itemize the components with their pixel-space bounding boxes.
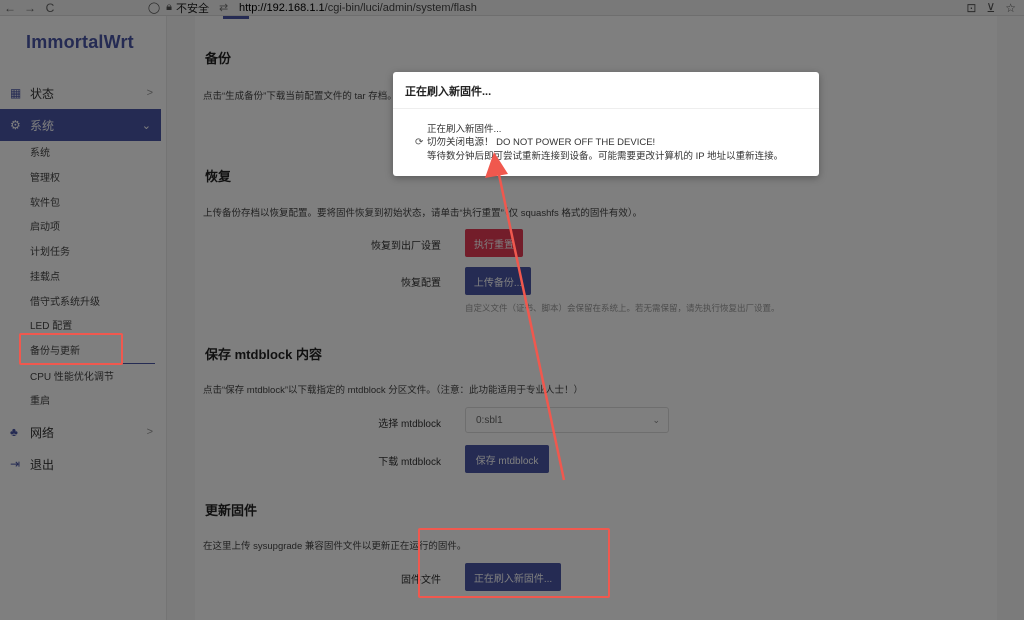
annotation-arrow [485,152,566,481]
